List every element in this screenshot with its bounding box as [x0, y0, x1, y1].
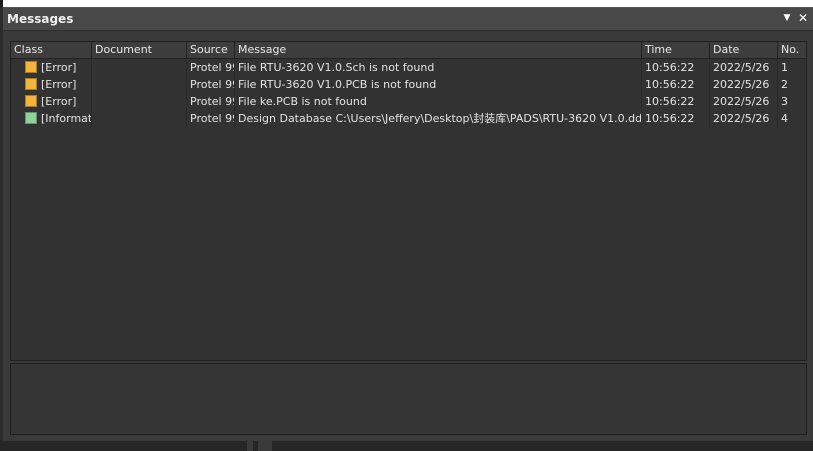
column-header-document[interactable]: Document — [92, 42, 187, 58]
messages-panel: Messages ▼ ✕ Class Document Source Messa… — [3, 7, 813, 442]
class-label: [Informat — [41, 112, 92, 125]
column-header-date[interactable]: Date — [710, 42, 778, 58]
cell-class: [Error] — [11, 59, 92, 76]
bottom-strip — [0, 441, 813, 451]
cell-time: 10:56:22 — [642, 93, 710, 110]
cell-date: 2022/5/26 — [710, 110, 778, 127]
message-row[interactable]: [Error] Protel 99 File ke.PCB is not found… — [11, 93, 806, 110]
error-icon — [25, 78, 37, 90]
cell-source: Protel 99 — [187, 76, 235, 93]
cell-document — [92, 93, 187, 110]
panel-titlebar: Messages ▼ ✕ — [3, 8, 813, 31]
error-icon — [25, 95, 37, 107]
close-icon[interactable]: ✕ — [797, 12, 809, 25]
panel-title: Messages — [7, 12, 74, 26]
top-strip-edge — [0, 0, 3, 7]
column-header-class[interactable]: Class — [11, 42, 92, 58]
column-header-no[interactable]: No. — [778, 42, 806, 58]
cell-message: File ke.PCB is not found — [235, 93, 642, 110]
column-header-time[interactable]: Time — [642, 42, 710, 58]
messages-list[interactable]: Class Document Source Message Time Date … — [10, 41, 807, 361]
cell-no: 4 — [781, 112, 788, 125]
cell-class: [Error] — [11, 76, 92, 93]
dropdown-arrow-icon[interactable]: ▼ — [781, 12, 793, 25]
cell-time: 10:56:22 — [642, 59, 710, 76]
cell-class: [Informat — [11, 110, 92, 127]
cell-date: 2022/5/26 — [710, 93, 778, 110]
list-header: Class Document Source Message Time Date … — [11, 42, 806, 59]
cell-document — [92, 76, 187, 93]
info-icon — [25, 112, 37, 124]
cell-source: Protel 99 — [187, 93, 235, 110]
message-row[interactable]: [Error] Protel 99 File RTU-3620 V1.0.PCB i… — [11, 76, 806, 93]
message-row[interactable]: [Error] Protel 99 File RTU-3620 V1.0.Sch i… — [11, 59, 806, 76]
cell-document — [92, 59, 187, 76]
message-row[interactable]: [Informat Protel 99 Design Database C:\Use… — [11, 110, 806, 127]
cell-message: File RTU-3620 V1.0.PCB is not found — [235, 76, 642, 93]
bottom-strip-segment — [247, 441, 253, 451]
cell-message: Design Database C:\Users\Jeffery\Desktop… — [235, 110, 642, 127]
class-label: [Error] — [41, 95, 77, 108]
class-label: [Error] — [41, 78, 77, 91]
cell-source: Protel 99 — [187, 59, 235, 76]
cell-date: 2022/5/26 — [710, 76, 778, 93]
message-detail-area — [10, 363, 807, 435]
cell-no: 2 — [781, 78, 788, 91]
cell-time: 10:56:22 — [642, 110, 710, 127]
cell-no: 1 — [781, 61, 788, 74]
bottom-strip-segment — [258, 441, 272, 451]
cell-no: 3 — [781, 95, 788, 108]
class-label: [Error] — [41, 61, 77, 74]
cell-time: 10:56:22 — [642, 76, 710, 93]
error-icon — [25, 61, 37, 73]
cell-date: 2022/5/26 — [710, 59, 778, 76]
cell-source: Protel 99 — [187, 110, 235, 127]
top-strip — [0, 0, 813, 7]
cell-document — [92, 110, 187, 127]
cell-message: File RTU-3620 V1.0.Sch is not found — [235, 59, 642, 76]
column-header-message[interactable]: Message — [235, 42, 642, 58]
column-header-source[interactable]: Source — [187, 42, 235, 58]
cell-class: [Error] — [11, 93, 92, 110]
